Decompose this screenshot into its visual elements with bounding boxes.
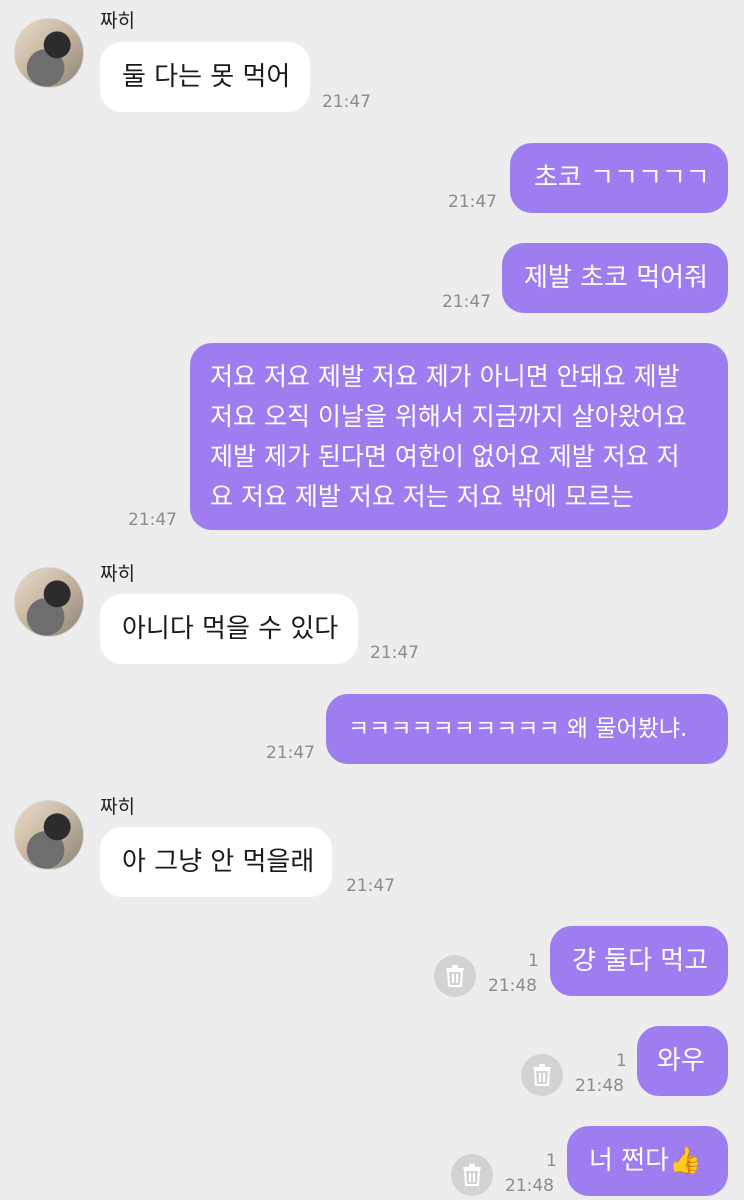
sender-avatar[interactable] xyxy=(14,567,84,637)
message-time: 21:47 xyxy=(128,510,177,530)
message-time: 21:47 xyxy=(442,292,491,312)
unread-count: 1 xyxy=(546,1151,557,1171)
incoming-message-bubble[interactable]: 아 그냥 안 먹을래 xyxy=(100,827,332,897)
outgoing-message-bubble[interactable]: 걍 둘다 먹고 xyxy=(550,926,728,996)
unread-count: 1 xyxy=(616,1051,627,1071)
trash-icon xyxy=(446,965,464,987)
incoming-message-bubble[interactable]: 둘 다는 못 먹어 xyxy=(100,42,310,112)
outgoing-message-bubble[interactable]: 와우 xyxy=(637,1026,728,1096)
incoming-message-bubble[interactable]: 아니다 먹을 수 있다 xyxy=(100,594,358,664)
delete-button[interactable] xyxy=(451,1154,493,1196)
outgoing-message-bubble[interactable]: 초코 ㄱㄱㄱㄱㄱ xyxy=(510,143,728,213)
message-line: 제발 제가 된다면 여한이 없어요 제발 저요 저 xyxy=(210,442,680,471)
outgoing-message-bubble[interactable]: ㅋㅋㅋㅋㅋㅋㅋㅋㅋㅋ 왜 물어봤냐. xyxy=(326,694,728,764)
outgoing-message-bubble[interactable]: 제발 초코 먹어줘 xyxy=(502,243,728,313)
message-line: 요 저요 제발 저요 저는 저요 밖에 모르는 xyxy=(210,482,634,511)
trash-icon xyxy=(463,1164,481,1186)
sender-name: 짜히 xyxy=(100,10,135,32)
message-line: 저요 오직 이날을 위해서 지금까지 살아왔어요 xyxy=(210,402,687,431)
message-time: 21:47 xyxy=(370,643,419,663)
sender-avatar[interactable] xyxy=(14,800,84,870)
sender-avatar[interactable] xyxy=(14,18,84,88)
message-time: 21:47 xyxy=(322,92,371,112)
message-line: 저요 저요 제발 저요 제가 아니면 안돼요 제발 xyxy=(210,362,680,391)
outgoing-message-bubble[interactable]: 저요 저요 제발 저요 제가 아니면 안돼요 제발 저요 오직 이날을 위해서 … xyxy=(190,343,728,530)
message-time: 21:48 xyxy=(488,976,537,996)
delete-button[interactable] xyxy=(434,955,476,997)
outgoing-message-bubble[interactable]: 너 쩐다👍 xyxy=(567,1126,728,1196)
message-time: 21:47 xyxy=(346,876,395,896)
message-time: 21:48 xyxy=(505,1176,554,1196)
sender-name: 짜히 xyxy=(100,563,135,585)
sender-name: 짜히 xyxy=(100,796,135,818)
delete-button[interactable] xyxy=(521,1054,563,1096)
message-time: 21:47 xyxy=(448,192,497,212)
message-time: 21:47 xyxy=(266,743,315,763)
message-time: 21:48 xyxy=(575,1076,624,1096)
unread-count: 1 xyxy=(528,951,539,971)
trash-icon xyxy=(533,1064,551,1086)
